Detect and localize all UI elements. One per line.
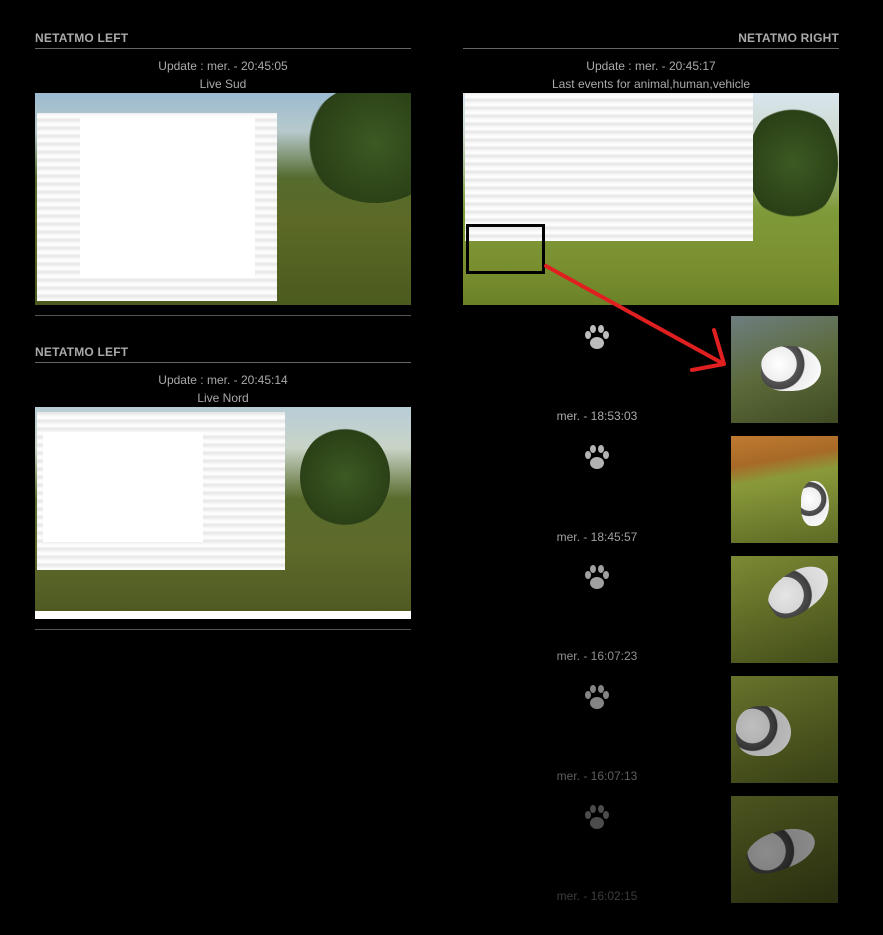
netatmo-right-module: NETATMO RIGHT Update : mer. - 20:45:17 L… <box>463 31 839 93</box>
event-time: mer. - 16:07:13 <box>556 769 638 783</box>
divider <box>35 629 411 630</box>
module-header: NETATMO RIGHT <box>463 31 839 49</box>
update-time: Update : mer. - 20:45:14 <box>158 373 288 387</box>
camera-caption: Live Sud <box>199 77 247 91</box>
paw-icon <box>567 802 627 840</box>
module-header: NETATMO LEFT <box>35 31 411 49</box>
divider <box>35 315 411 316</box>
camera-caption: Live Nord <box>197 391 249 405</box>
update-time: Update : mer. - 20:45:05 <box>158 59 288 73</box>
update-time: Update : mer. - 20:45:17 <box>586 59 716 73</box>
event-thumbnail[interactable] <box>731 796 838 903</box>
paw-icon <box>567 562 627 600</box>
event-thumbnail[interactable] <box>731 556 838 663</box>
event-time: mer. - 16:07:23 <box>556 649 638 663</box>
netatmo-left-nord-module: NETATMO LEFT Update : mer. - 20:45:14 Li… <box>35 345 411 407</box>
paw-icon <box>567 442 627 480</box>
events-caption: Last events for animal,human,vehicle <box>551 77 751 91</box>
event-thumbnail[interactable] <box>731 436 838 543</box>
event-thumbnail[interactable] <box>731 676 838 783</box>
event-time: mer. - 18:45:57 <box>556 530 638 544</box>
module-header: NETATMO LEFT <box>35 345 411 363</box>
paw-icon <box>567 682 627 720</box>
netatmo-left-sud-module: NETATMO LEFT Update : mer. - 20:45:05 Li… <box>35 31 411 93</box>
event-time: mer. - 16:02:15 <box>556 889 638 903</box>
camera-image-sud[interactable] <box>35 93 411 305</box>
event-thumbnail[interactable] <box>731 316 838 423</box>
camera-image-right[interactable] <box>463 93 839 305</box>
highlight-box <box>466 224 545 274</box>
event-time: mer. - 18:53:03 <box>556 409 638 423</box>
paw-icon <box>567 322 627 360</box>
camera-image-nord[interactable] <box>35 407 411 619</box>
